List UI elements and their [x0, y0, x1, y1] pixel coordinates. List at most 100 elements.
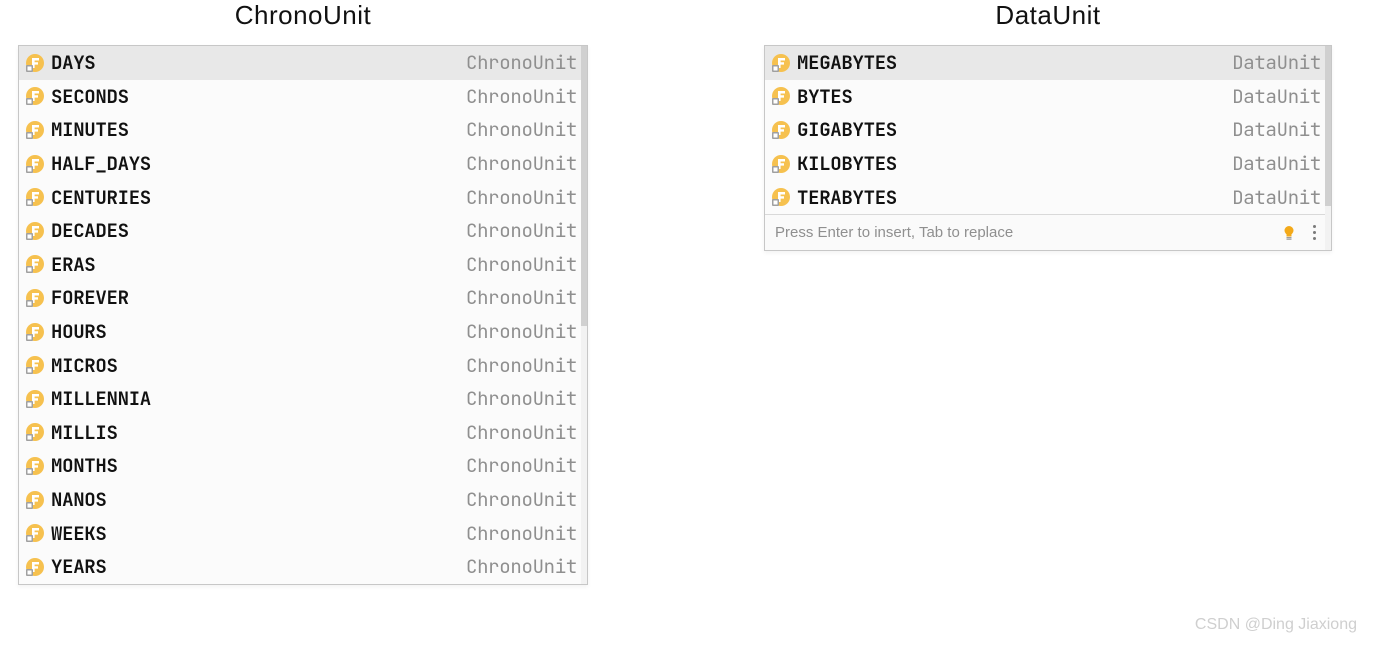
- item-name: MONTHS: [51, 453, 460, 478]
- scrollbar[interactable]: [581, 46, 587, 584]
- item-type: ChronoUnit: [466, 386, 577, 411]
- field-icon: [25, 53, 45, 73]
- item-name: KILOBYTES: [797, 151, 1226, 176]
- item-name: FOREVER: [51, 285, 460, 310]
- more-options-icon[interactable]: [1307, 225, 1321, 240]
- field-icon: [771, 187, 791, 207]
- item-name: TERABYTES: [797, 185, 1226, 210]
- dataunit-column: DataUnit MEGABYTESDataUnitBYTESDataUnitG…: [764, 0, 1332, 585]
- chronounit-heading: ChronoUnit: [18, 0, 588, 31]
- dataunit-heading: DataUnit: [764, 0, 1332, 31]
- field-icon: [25, 389, 45, 409]
- list-item[interactable]: CENTURIESChronoUnit: [19, 180, 587, 214]
- popup-footer: Press Enter to insert, Tab to replace: [765, 214, 1331, 250]
- item-type: ChronoUnit: [466, 554, 577, 579]
- list-item[interactable]: MILLISChronoUnit: [19, 416, 587, 450]
- item-name: NANOS: [51, 487, 460, 512]
- item-type: ChronoUnit: [466, 117, 577, 142]
- item-type: DataUnit: [1232, 50, 1321, 75]
- item-type: ChronoUnit: [466, 521, 577, 546]
- chronounit-completion-popup[interactable]: DAYSChronoUnitSECONDSChronoUnitMINUTESCh…: [18, 45, 588, 585]
- dataunit-list[interactable]: MEGABYTESDataUnitBYTESDataUnitGIGABYTESD…: [765, 46, 1331, 214]
- field-icon: [771, 86, 791, 106]
- field-icon: [771, 154, 791, 174]
- list-item[interactable]: YEARSChronoUnit: [19, 550, 587, 584]
- item-type: DataUnit: [1232, 151, 1321, 176]
- lightbulb-icon[interactable]: [1281, 224, 1297, 240]
- field-icon: [771, 120, 791, 140]
- list-item[interactable]: KILOBYTESDataUnit: [765, 147, 1331, 181]
- item-type: ChronoUnit: [466, 285, 577, 310]
- field-icon: [25, 86, 45, 106]
- chronounit-list[interactable]: DAYSChronoUnitSECONDSChronoUnitMINUTESCh…: [19, 46, 587, 584]
- field-icon: [25, 523, 45, 543]
- item-name: MINUTES: [51, 117, 460, 142]
- scrollbar[interactable]: [1325, 46, 1331, 250]
- item-name: MILLENNIA: [51, 386, 460, 411]
- item-name: BYTES: [797, 84, 1226, 109]
- scrollbar-thumb[interactable]: [1325, 46, 1331, 206]
- field-icon: [25, 355, 45, 375]
- item-name: HALF_DAYS: [51, 151, 460, 176]
- field-icon: [25, 120, 45, 140]
- list-item[interactable]: GIGABYTESDataUnit: [765, 113, 1331, 147]
- list-item[interactable]: MICROSChronoUnit: [19, 348, 587, 382]
- field-icon: [771, 53, 791, 73]
- item-type: ChronoUnit: [466, 151, 577, 176]
- field-icon: [25, 557, 45, 577]
- field-icon: [25, 221, 45, 241]
- list-item[interactable]: NANOSChronoUnit: [19, 483, 587, 517]
- item-name: GIGABYTES: [797, 117, 1226, 142]
- field-icon: [25, 154, 45, 174]
- item-name: DECADES: [51, 218, 460, 243]
- list-item[interactable]: BYTESDataUnit: [765, 80, 1331, 114]
- list-item[interactable]: WEEKSChronoUnit: [19, 516, 587, 550]
- item-type: ChronoUnit: [466, 353, 577, 378]
- list-item[interactable]: MEGABYTESDataUnit: [765, 46, 1331, 80]
- field-icon: [25, 254, 45, 274]
- item-name: MILLIS: [51, 420, 460, 445]
- item-name: CENTURIES: [51, 185, 460, 210]
- item-type: ChronoUnit: [466, 319, 577, 344]
- list-item[interactable]: MINUTESChronoUnit: [19, 113, 587, 147]
- item-name: MEGABYTES: [797, 50, 1226, 75]
- item-name: ERAS: [51, 252, 460, 277]
- dataunit-completion-popup[interactable]: MEGABYTESDataUnitBYTESDataUnitGIGABYTESD…: [764, 45, 1332, 251]
- list-item[interactable]: TERABYTESDataUnit: [765, 180, 1331, 214]
- field-icon: [25, 422, 45, 442]
- list-item[interactable]: FOREVERChronoUnit: [19, 281, 587, 315]
- field-icon: [25, 490, 45, 510]
- list-item[interactable]: HALF_DAYSChronoUnit: [19, 147, 587, 181]
- footer-hint: Press Enter to insert, Tab to replace: [775, 224, 1271, 241]
- item-type: ChronoUnit: [466, 218, 577, 243]
- item-type: DataUnit: [1232, 117, 1321, 142]
- list-item[interactable]: DECADESChronoUnit: [19, 214, 587, 248]
- item-name: HOURS: [51, 319, 460, 344]
- item-type: ChronoUnit: [466, 420, 577, 445]
- list-item[interactable]: SECONDSChronoUnit: [19, 80, 587, 114]
- item-name: SECONDS: [51, 84, 460, 109]
- list-item[interactable]: MONTHSChronoUnit: [19, 449, 587, 483]
- scrollbar-thumb[interactable]: [581, 46, 587, 326]
- item-type: ChronoUnit: [466, 252, 577, 277]
- list-item[interactable]: DAYSChronoUnit: [19, 46, 587, 80]
- chronounit-column: ChronoUnit DAYSChronoUnitSECONDSChronoUn…: [18, 0, 588, 585]
- item-name: WEEKS: [51, 521, 460, 546]
- field-icon: [25, 456, 45, 476]
- field-icon: [25, 187, 45, 207]
- watermark: CSDN @Ding Jiaxiong: [1195, 616, 1357, 634]
- list-item[interactable]: ERASChronoUnit: [19, 248, 587, 282]
- item-type: ChronoUnit: [466, 453, 577, 478]
- item-name: YEARS: [51, 554, 460, 579]
- item-type: ChronoUnit: [466, 487, 577, 512]
- item-type: ChronoUnit: [466, 185, 577, 210]
- item-type: ChronoUnit: [466, 84, 577, 109]
- field-icon: [25, 322, 45, 342]
- item-type: DataUnit: [1232, 84, 1321, 109]
- item-name: DAYS: [51, 50, 460, 75]
- item-type: ChronoUnit: [466, 50, 577, 75]
- list-item[interactable]: MILLENNIAChronoUnit: [19, 382, 587, 416]
- list-item[interactable]: HOURSChronoUnit: [19, 315, 587, 349]
- item-type: DataUnit: [1232, 185, 1321, 210]
- item-name: MICROS: [51, 353, 460, 378]
